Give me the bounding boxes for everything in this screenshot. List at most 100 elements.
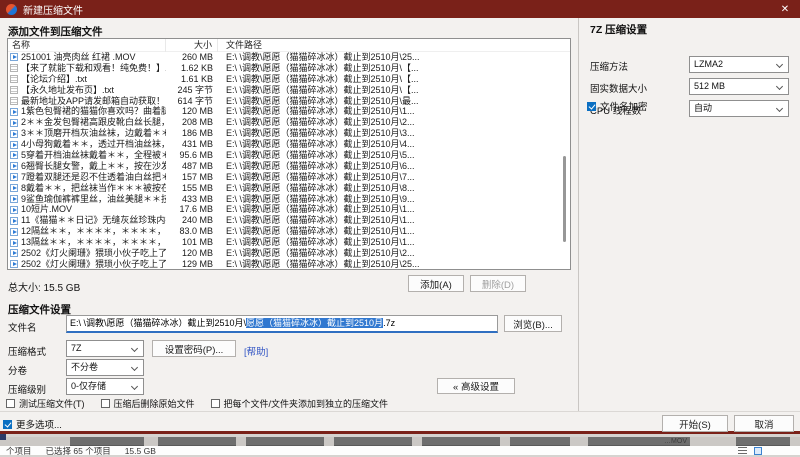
background-window-button[interactable] xyxy=(334,437,412,446)
file-row[interactable]: 最新地址及APP请发邮箱自动获取！！！.txt 614 字节 E:\ \调教\愿愿（… xyxy=(8,96,570,107)
file-path: E:\ \调教\愿愿（猫猫碎冰冰）截止到2510月\9... xyxy=(226,193,415,204)
option-checkbox[interactable]: 把每个文件/文件夹添加到独立的压缩文件 xyxy=(210,397,388,410)
file-row[interactable]: 1紫色包臀裙的猫猫你喜欢吗？曲着腿戴着＊＊... 120 MB E:\ \调教\愿愿… xyxy=(8,106,570,117)
file-size: 95.6 MB xyxy=(179,150,213,161)
text-file-icon xyxy=(10,75,18,84)
file-path: E:\ \调教\愿愿（猫猫碎冰冰）截止到2510月\4... xyxy=(226,139,415,150)
column-header-name[interactable]: 名称 xyxy=(8,39,166,52)
thumbnail-view-icon[interactable] xyxy=(754,446,762,455)
delete-button[interactable]: 删除(D) xyxy=(470,275,526,292)
file-path: E:\ \调教\愿愿（猫猫碎冰冰）截止到2510月\1... xyxy=(226,204,415,215)
file-size: 260 MB xyxy=(181,52,213,62)
file-row[interactable]: 3＊＊顶磨开档灰油丝袜，边戴着＊＊边被＊＊... 186 MB E:\ \调教\愿愿… xyxy=(8,128,570,139)
encrypt-filenames-label: 文件名加密 xyxy=(600,102,648,113)
file-size: 487 MB xyxy=(181,160,213,171)
advanced-settings-button[interactable]: « 高级设置 xyxy=(437,378,515,394)
level-dropdown[interactable]: 0-仅存储 xyxy=(66,378,144,395)
list-scrollbar-thumb[interactable] xyxy=(563,156,566,242)
video-file-icon xyxy=(10,205,18,214)
file-size: 157 MB xyxy=(181,171,213,182)
background-window-button-mov[interactable]: …MOV xyxy=(588,437,690,446)
video-file-icon xyxy=(10,140,18,149)
background-window-button[interactable] xyxy=(510,437,570,446)
checkbox-unchecked-icon xyxy=(6,399,15,408)
file-size: 129 MB xyxy=(181,258,213,269)
file-row[interactable]: 8戴着＊＊，把丝袜当作＊＊＊被按在沙发上抽... 155 MB E:\ \调教\愿愿… xyxy=(8,183,570,194)
file-path: E:\ \调教\愿愿（猫猫碎冰冰）截止到2510月\25... xyxy=(226,258,420,269)
option-checkbox[interactable]: 测试压缩文件(T) xyxy=(6,397,85,410)
file-name: 13隔丝＊＊，＊＊＊＊，＊＊＊＊，＊＊超级2... xyxy=(21,237,166,248)
file-name: 2502《灯火阑珊》猥琐小伙子吃上了天鹅肉！2... xyxy=(21,258,166,269)
add-button[interactable]: 添加(A) xyxy=(408,275,464,292)
browse-button[interactable]: 浏览(B)... xyxy=(504,315,562,332)
file-row[interactable]: 4小母狗戴着＊＊，透过开档油丝袜，主动＊＊... 431 MB E:\ \调教\愿愿… xyxy=(8,139,570,150)
background-window-button[interactable] xyxy=(246,437,324,446)
set-password-button[interactable]: 设置密码(P)... xyxy=(152,340,236,357)
video-file-icon xyxy=(10,107,18,116)
file-row[interactable]: 【论坛介绍】.txt 1.61 KB E:\ \调教\愿愿（猫猫碎冰冰）截止到251… xyxy=(8,74,570,85)
explorer-status-bar: 个项目 已选择 65 个项目 15.5 GB xyxy=(0,445,800,456)
file-size: 1.62 KB xyxy=(180,62,213,73)
file-row[interactable]: 10短片.MOV 17.6 MB E:\ \调教\愿愿（猫猫碎冰冰）截止到2510月… xyxy=(8,204,570,215)
file-row[interactable]: 【永久地址发布页】.txt 245 字节 E:\ \调教\愿愿（猫猫碎冰冰）截止到2… xyxy=(8,85,570,96)
format-label: 压缩格式 xyxy=(8,347,47,358)
file-row[interactable]: 251001 油亮肉丝 红裙 .MOV 260 MB E:\ \调教\愿愿（猫猫碎冰… xyxy=(8,52,570,63)
file-size: 120 MB xyxy=(181,248,213,259)
file-path: E:\ \调教\愿愿（猫猫碎冰冰）截止到2510月\7... xyxy=(226,171,415,182)
method-dropdown[interactable]: LZMA2 xyxy=(689,56,789,73)
file-row[interactable]: 11《猫猫＊＊日记》无缝灰丝珍珠内裤.MOV 240 MB E:\ \调教\愿愿（猫… xyxy=(8,215,570,226)
file-row[interactable]: 6翘臀长腿女警，戴上＊＊，按在沙发上＊＊＊... 487 MB E:\ \调教\愿愿… xyxy=(8,161,570,172)
file-row[interactable]: 2＊＊金发包臀裙高跟皮靴白丝长腿，没有男人... 208 MB E:\ \调教\愿愿… xyxy=(8,117,570,128)
file-row[interactable]: 【来了就能下载和观看！纯免费！】.txt 1.62 KB E:\ \调教\愿愿（猫猫… xyxy=(8,63,570,74)
encrypt-filenames-checkbox[interactable]: 文件名加密 xyxy=(587,99,648,113)
list-view-icon[interactable] xyxy=(738,447,747,454)
file-size: 1.61 KB xyxy=(180,73,213,84)
video-file-icon xyxy=(10,260,18,269)
file-list[interactable]: 名称 大小 文件路径 251001 油亮肉丝 红裙 .MOV 260 MB E:\ … xyxy=(7,38,571,270)
file-path: E:\ \调教\愿愿（猫猫碎冰冰）截止到2510月\1... xyxy=(226,237,415,248)
options-checkbox-row: 测试压缩文件(T) 压缩后删除原始文件 把每个文件/文件夹添加到独立的压缩文件 xyxy=(6,397,388,410)
start-button[interactable]: 开始(S) xyxy=(662,415,728,432)
file-path: E:\ \调教\愿愿（猫猫碎冰冰）截止到2510月\3... xyxy=(226,128,415,139)
status-selected-size: 15.5 GB xyxy=(124,445,156,456)
column-header-path[interactable]: 文件路径 xyxy=(218,39,570,52)
more-options-checkbox[interactable]: 更多选项... xyxy=(3,417,62,431)
filename-input[interactable]: E:\ \调教\愿愿（猫猫碎冰冰）截止到2510月\愿愿（猫猫碎冰冰）截止到25… xyxy=(66,315,498,333)
file-size: 208 MB xyxy=(181,117,213,128)
file-path: E:\ \调教\愿愿（猫猫碎冰冰）截止到2510月\6... xyxy=(226,160,415,171)
cpu-threads-dropdown[interactable]: 自动 xyxy=(689,100,789,117)
dialog-titlebar[interactable]: 新建压缩文件 ✕ xyxy=(0,0,800,18)
file-name: 【永久地址发布页】.txt xyxy=(21,84,115,95)
new-archive-dialog: 新建压缩文件 ✕ 添加文件到压缩文件 名称 大小 文件路径 251001 油亮肉… xyxy=(0,0,800,434)
file-name: 11《猫猫＊＊日记》无缝灰丝珍珠内裤.MOV xyxy=(21,215,166,226)
file-name: 251001 油亮肉丝 红裙 .MOV xyxy=(21,52,136,62)
file-row[interactable]: 9鲨鱼瑜伽裤裤里丝，油丝美腿＊＊技术很厉害... 433 MB E:\ \调教\愿愿… xyxy=(8,194,570,205)
file-row[interactable]: 13隔丝＊＊，＊＊＊＊，＊＊＊＊，＊＊超级2... 101 MB E:\ \调教\愿… xyxy=(8,237,570,248)
video-file-icon xyxy=(10,173,18,182)
file-name: 9鲨鱼瑜伽裤裤里丝，油丝美腿＊＊技术很厉害... xyxy=(21,193,166,204)
solid-size-label: 固实数据大小 xyxy=(590,84,648,95)
checkbox-checked-icon xyxy=(3,419,12,429)
file-row[interactable]: 5穿着开档油丝袜戴着＊＊，全程被＊＊＊＊流... 95.6 MB E:\ \调教\愿… xyxy=(8,150,570,161)
option-checkbox[interactable]: 压缩后删除原始文件 xyxy=(100,397,195,410)
background-window-button[interactable] xyxy=(736,437,790,446)
background-window-button[interactable] xyxy=(158,437,236,446)
file-row[interactable]: 2502《灯火阑珊》猥琐小伙子吃上了天鹅肉！1... 120 MB E:\ \调教\… xyxy=(8,248,570,259)
help-link[interactable]: [帮助] xyxy=(244,344,268,358)
close-icon[interactable]: ✕ xyxy=(770,0,800,18)
format-dropdown[interactable]: 7Z xyxy=(66,340,144,357)
file-row[interactable]: 12隔丝＊＊，＊＊＊＊，＊＊＊＊，＊＊超级1... 83.0 MB E:\ \调教\… xyxy=(8,226,570,237)
cancel-button[interactable]: 取消 xyxy=(734,415,794,432)
archive-settings-section-title: 压缩文件设置 xyxy=(8,304,71,316)
volume-dropdown[interactable]: 不分卷 xyxy=(66,359,144,376)
column-header-size[interactable]: 大小 xyxy=(166,39,218,52)
video-file-icon xyxy=(10,195,18,204)
file-row[interactable]: 7蹬着双腿还是忍不住透着油白丝把＊＊＊了.MOV 157 MB E:\ \调教\愿愿… xyxy=(8,172,570,183)
file-row[interactable]: 2502《灯火阑珊》猥琐小伙子吃上了天鹅肉！2... 129 MB E:\ \调教\… xyxy=(8,258,570,269)
checkbox-checked-icon xyxy=(587,101,596,111)
solid-size-dropdown[interactable]: 512 MB xyxy=(689,78,789,95)
file-size: 431 MB xyxy=(181,139,213,150)
background-window-button[interactable] xyxy=(422,437,500,446)
video-file-icon xyxy=(10,227,18,236)
text-file-icon xyxy=(10,64,18,73)
